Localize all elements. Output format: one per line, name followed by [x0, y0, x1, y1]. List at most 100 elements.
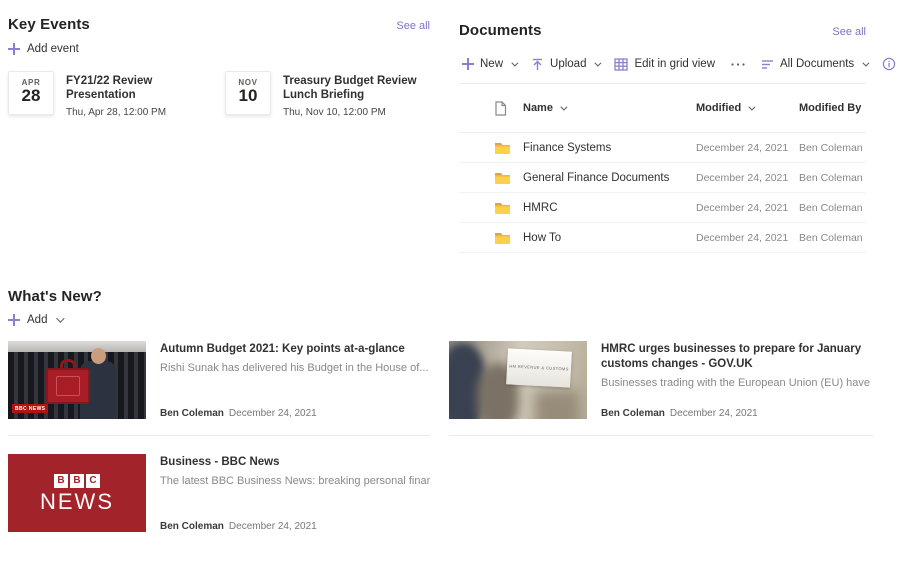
news-date: December 24, 2021: [228, 408, 317, 419]
document-modified: December 24, 2021: [696, 201, 789, 214]
key-events-header: Key Events See all: [8, 16, 430, 33]
news-author: Ben Coleman: [160, 408, 224, 419]
plus-icon: [8, 314, 20, 326]
new-button[interactable]: New: [459, 56, 519, 72]
document-name: HMRC: [523, 201, 558, 214]
news-title-link[interactable]: Business - BBC News: [160, 455, 430, 470]
folder-icon: [495, 202, 510, 214]
documents-toolbar: New Upload Edit in grid view All Documen…: [459, 50, 896, 78]
file-icon: [495, 100, 507, 116]
upload-button-label: Upload: [550, 58, 587, 70]
hmrc-building-sign: HM REVENUE & CUSTOMS: [506, 348, 572, 388]
document-row[interactable]: Finance Systems December 24, 2021 Ben Co…: [459, 133, 866, 163]
documents-panel: Documents See all New Upload Edit in gri…: [459, 22, 896, 253]
event-card[interactable]: NOV 10 Treasury Budget Review Lunch Brie…: [225, 71, 429, 118]
bbc-logo-letter: C: [86, 473, 100, 488]
add-news-button[interactable]: Add: [8, 314, 66, 326]
event-time: Thu, Apr 28, 12:00 PM: [66, 106, 167, 118]
more-ellipsis-icon: [731, 62, 745, 66]
column-header-name-label: Name: [523, 102, 553, 114]
news-thumbnail-hmrc-building: HM REVENUE & CUSTOMS: [449, 341, 587, 419]
news-body: Business - BBC News The latest BBC Busin…: [160, 454, 430, 532]
blurred-pedestrian: [535, 391, 579, 419]
upload-icon: [533, 58, 543, 70]
news-body: HMRC urges businesses to prepare for Jan…: [601, 341, 873, 419]
bbc-logo-letter: B: [54, 473, 68, 488]
view-selector-all-documents[interactable]: All Documents: [758, 56, 870, 72]
bbc-logo-letter: B: [70, 473, 84, 488]
view-selector-label: All Documents: [780, 58, 855, 70]
document-modified: December 24, 2021: [696, 141, 789, 154]
info-button[interactable]: [879, 55, 899, 73]
edit-in-grid-view-button[interactable]: Edit in grid view: [611, 56, 718, 73]
column-header-modified-by-label: Modified By: [799, 102, 862, 114]
column-header-file-type: [494, 100, 523, 116]
plus-icon: [462, 58, 474, 70]
chevron-down-icon: [56, 314, 66, 323]
document-modified-by: Ben Coleman: [799, 171, 863, 184]
document-row[interactable]: HMRC December 24, 2021 Ben Coleman: [459, 193, 866, 223]
event-date-tile: APR 28: [8, 71, 54, 115]
key-events-panel: Key Events See all Add event APR 28 FY21…: [8, 16, 430, 118]
news-grid: BBC NEWS Autumn Budget 2021: Key points …: [8, 341, 897, 548]
news-title-link[interactable]: HMRC urges businesses to prepare for Jan…: [601, 342, 873, 372]
info-icon: [882, 57, 896, 71]
event-info: FY21/22 Review Presentation Thu, Apr 28,…: [66, 71, 212, 118]
news-date: December 24, 2021: [228, 521, 317, 532]
sky-backdrop: [8, 341, 146, 352]
news-card[interactable]: HM REVENUE & CUSTOMS HMRC urges business…: [449, 341, 873, 436]
document-modified-by: Ben Coleman: [799, 231, 863, 244]
red-budget-box: [46, 368, 90, 404]
document-modified-by: Ben Coleman: [799, 201, 863, 214]
event-card[interactable]: APR 28 FY21/22 Review Presentation Thu, …: [8, 71, 212, 118]
news-card[interactable]: BBC NEWS Autumn Budget 2021: Key points …: [8, 341, 430, 436]
folder-icon: [495, 142, 510, 154]
new-button-label: New: [480, 58, 504, 70]
key-events-see-all-link[interactable]: See all: [396, 20, 430, 32]
column-header-modified-label: Modified: [696, 102, 742, 114]
news-description: The latest BBC Business News: breaking p…: [160, 474, 430, 487]
news-author: Ben Coleman: [160, 521, 224, 532]
news-date: December 24, 2021: [669, 408, 758, 419]
folder-icon: [495, 172, 510, 184]
add-news-label: Add: [27, 314, 48, 326]
news-author: Ben Coleman: [601, 408, 665, 419]
events-row: APR 28 FY21/22 Review Presentation Thu, …: [8, 71, 430, 118]
news-thumbnail-bbc-news-logo: B B C NEWS: [8, 454, 146, 532]
event-title: FY21/22 Review Presentation: [66, 75, 153, 102]
hmrc-sign-text: HM REVENUE & CUSTOMS: [509, 363, 569, 372]
column-header-modified-by[interactable]: Modified By: [799, 102, 866, 114]
documents-header: Documents See all: [459, 22, 866, 39]
bbc-logo-news-word: NEWS: [40, 488, 114, 514]
chevron-down-icon: [862, 59, 870, 67]
documents-table: Name Modified Modified By Finance System…: [459, 84, 866, 253]
upload-button[interactable]: Upload: [528, 56, 602, 73]
whats-new-section: What's New? Add BBC NEWS Autumn Budget 2…: [8, 288, 897, 548]
news-card[interactable]: B B C NEWS Business - BBC News The lates…: [8, 454, 430, 548]
column-header-modified[interactable]: Modified: [696, 102, 799, 114]
person-head: [91, 348, 106, 364]
column-header-name[interactable]: Name: [523, 102, 696, 114]
chevron-down-icon: [594, 59, 602, 67]
chevron-down-icon: [748, 103, 756, 111]
document-row[interactable]: General Finance Documents December 24, 2…: [459, 163, 866, 193]
document-name: How To: [523, 231, 562, 244]
document-modified: December 24, 2021: [696, 231, 789, 244]
add-event-button[interactable]: Add event: [8, 43, 79, 55]
documents-title: Documents: [459, 22, 542, 39]
news-body: Autumn Budget 2021: Key points at-a-glan…: [160, 341, 430, 419]
chevron-down-icon: [560, 103, 568, 111]
sharepoint-finance-page: Key Events See all Add event APR 28 FY21…: [0, 0, 903, 561]
more-actions-button[interactable]: [727, 60, 749, 69]
plus-icon: [8, 43, 20, 55]
event-day: 28: [21, 86, 41, 105]
news-thumbnail-rishi-sunak-budget-box: BBC NEWS: [8, 341, 146, 419]
documents-see-all-link[interactable]: See all: [832, 26, 866, 38]
news-footer: Ben Coleman December 24, 2021: [601, 408, 873, 419]
news-footer: Ben Coleman December 24, 2021: [160, 408, 430, 419]
document-row[interactable]: How To December 24, 2021 Ben Coleman: [459, 223, 866, 253]
news-title-link[interactable]: Autumn Budget 2021: Key points at-a-glan…: [160, 342, 430, 357]
grid-view-icon: [614, 57, 629, 71]
document-modified: December 24, 2021: [696, 171, 789, 184]
news-footer: Ben Coleman December 24, 2021: [160, 521, 430, 532]
